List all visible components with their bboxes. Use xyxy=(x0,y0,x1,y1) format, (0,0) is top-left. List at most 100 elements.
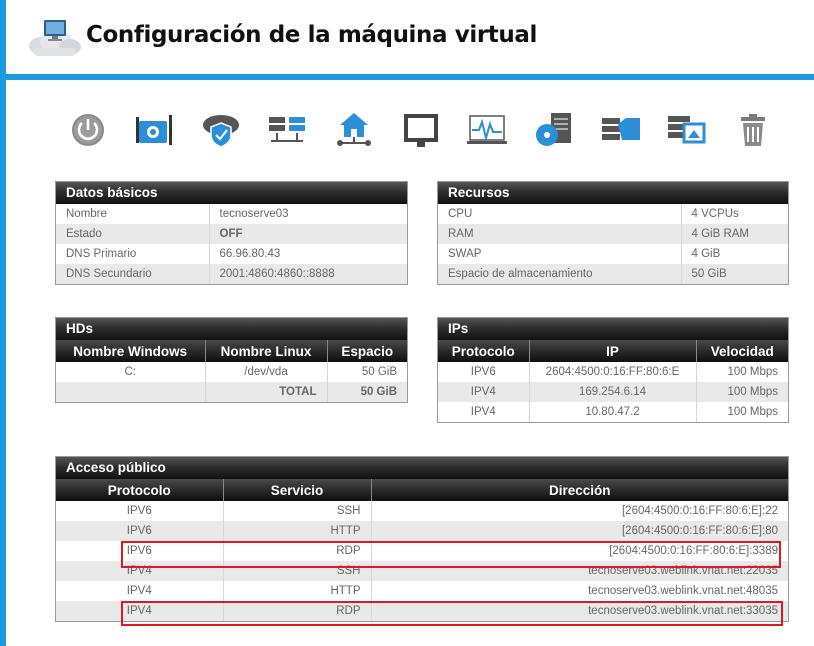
table-row: RAM 4 GiB RAM xyxy=(438,224,788,244)
table-cell: 50 GiB xyxy=(327,362,407,382)
table-row: Estado OFF xyxy=(56,224,407,244)
basic-value: tecnoserve03 xyxy=(209,204,407,224)
table-cell: 169.254.6.14 xyxy=(529,382,697,402)
resource-value: 50 GiB xyxy=(681,264,788,284)
table-cell: SSH xyxy=(223,501,372,521)
table-row: IPV4 169.254.6.14 100 Mbps xyxy=(438,382,788,402)
column-header: Velocidad xyxy=(696,340,788,362)
basic-value: OFF xyxy=(209,224,407,244)
table-cell: tecnoserve03.weblink.vnat.net:48035 xyxy=(371,581,788,601)
datos-basicos-panel: Datos básicos Nombre tecnoserve03 Estado OF… xyxy=(55,181,408,285)
table-row: IPV4 SSH tecnoserve03.weblink.vnat.net:220… xyxy=(56,561,788,581)
column-header: IP xyxy=(529,340,697,362)
resource-label: Espacio de almacenamiento xyxy=(438,264,682,284)
acceso-publico-table: Protocolo Servicio Dirección IPV6 SSH [2604:… xyxy=(56,479,788,621)
resource-value: 4 VCPUs xyxy=(681,204,788,224)
table-cell: HTTP xyxy=(223,581,372,601)
resource-label: CPU xyxy=(438,204,682,224)
table-cell: [2604:4500:0:16:FF:80:6:E]:22 xyxy=(371,501,788,521)
panel-title: Acceso público xyxy=(56,457,788,479)
table-cell xyxy=(56,382,206,402)
maintenance-icon xyxy=(135,113,175,150)
home-network-icon-button[interactable] xyxy=(331,108,377,154)
table-cell: 10.80.47.2 xyxy=(529,402,697,422)
total-value: 50 GiB xyxy=(327,382,407,402)
table-row: IPV6 RDP [2604:4500:0:16:FF:80:6:E]:3389 xyxy=(56,541,788,561)
table-cell: 100 Mbps xyxy=(696,362,788,382)
table-cell: 100 Mbps xyxy=(696,382,788,402)
column-header: Espacio xyxy=(327,340,407,362)
column-header: Protocolo xyxy=(56,479,224,501)
table-cell: IPV6 xyxy=(56,501,224,521)
table-cell: SSH xyxy=(223,561,372,581)
table-row: IPV4 HTTP tecnoserve03.weblink.vnat.net:48… xyxy=(56,581,788,601)
table-row: IPV6 2604:4500:0:16:FF:80:6:E 100 Mbps xyxy=(438,362,788,382)
table-cell: [2604:4500:0:16:FF:80:6:E]:80 xyxy=(371,521,788,541)
panel-title: Datos básicos xyxy=(56,182,407,204)
resource-label: SWAP xyxy=(438,244,682,264)
table-cell: IPV4 xyxy=(438,382,530,402)
table-row: C:/dev/vda 50 GiB xyxy=(56,362,407,382)
table-cell: C: xyxy=(56,362,206,382)
monitoring-icon xyxy=(467,112,509,151)
total-label: TOTAL xyxy=(205,382,328,402)
maintenance-icon-button[interactable] xyxy=(132,108,178,154)
power-icon xyxy=(70,112,106,151)
table-cell: [2604:4500:0:16:FF:80:6:E]:3389 xyxy=(371,541,788,561)
cloud-security-icon xyxy=(200,111,242,152)
trash-icon xyxy=(735,112,771,151)
server-snapshot-icon-button[interactable] xyxy=(664,108,710,154)
backup-disk-icon xyxy=(533,111,575,152)
table-cell: IPV4 xyxy=(56,561,224,581)
table-cell: /dev/vda xyxy=(205,362,328,382)
total-row: TOTAL 50 GiB xyxy=(56,382,407,402)
home-network-icon xyxy=(334,111,374,152)
table-cell: tecnoserve03.weblink.vnat.net:22035 xyxy=(371,561,788,581)
table-row: IPV4 RDP tecnoserve03.weblink.vnat.net:330… xyxy=(56,601,788,621)
table-cell: IPV4 xyxy=(438,402,530,422)
basic-label: DNS Secundario xyxy=(56,264,210,284)
header-divider xyxy=(0,74,814,80)
servers-icon xyxy=(267,113,309,150)
resource-value: 4 GiB xyxy=(681,244,788,264)
basic-label: DNS Primario xyxy=(56,244,210,264)
column-header: Nombre Windows xyxy=(56,340,206,362)
hds-panel: HDs Nombre Windows Nombre Linux Espacio C:… xyxy=(55,317,408,403)
resource-label: RAM xyxy=(438,224,682,244)
table-cell: IPV4 xyxy=(56,601,224,621)
table-row: SWAP 4 GiB xyxy=(438,244,788,264)
column-header: Servicio xyxy=(223,479,372,501)
table-cell: tecnoserve03.weblink.vnat.net:33035 xyxy=(371,601,788,621)
resource-value: 4 GiB RAM xyxy=(681,224,788,244)
table-row: Nombre tecnoserve03 xyxy=(56,204,407,224)
monitoring-icon-button[interactable] xyxy=(465,108,511,154)
table-row: Espacio de almacenamiento 50 GiB xyxy=(438,264,788,284)
servers-icon-button[interactable] xyxy=(265,108,311,154)
table-cell: RDP xyxy=(223,541,372,561)
table-cell: IPV4 xyxy=(56,581,224,601)
table-cell: RDP xyxy=(223,601,372,621)
table-row: DNS Primario 66.96.80.43 xyxy=(56,244,407,264)
file-transfer-icon-button[interactable] xyxy=(598,108,644,154)
table-cell: IPV6 xyxy=(56,541,224,561)
page-title: Configuración de la máquina virtual xyxy=(86,22,537,48)
panel-title: HDs xyxy=(56,318,407,340)
page-header: Configuración de la máquina virtual xyxy=(6,0,814,74)
column-header: Nombre Linux xyxy=(205,340,328,362)
cloud-security-icon-button[interactable] xyxy=(198,108,244,154)
power-icon-button[interactable] xyxy=(65,108,111,154)
acceso-publico-panel: Acceso público Protocolo Servicio Direcció… xyxy=(55,456,789,622)
file-transfer-icon xyxy=(600,112,642,151)
table-row: IPV6 SSH [2604:4500:0:16:FF:80:6:E]:22 xyxy=(56,501,788,521)
trash-icon-button[interactable] xyxy=(730,108,776,154)
backup-disk-icon-button[interactable] xyxy=(531,108,577,154)
table-row: IPV4 10.80.47.2 100 Mbps xyxy=(438,402,788,422)
recursos-table: CPU 4 VCPUs RAM 4 GiB RAM SWAP 4 GiB Espacio d… xyxy=(438,204,788,284)
column-header: Dirección xyxy=(371,479,788,501)
panel-title: Recursos xyxy=(438,182,788,204)
table-cell: 100 Mbps xyxy=(696,402,788,422)
table-row: DNS Secundario 2001:4860:4860::8888 xyxy=(56,264,407,284)
console-monitor-icon-button[interactable] xyxy=(398,108,444,154)
toolbar xyxy=(60,108,800,154)
basic-value: 66.96.80.43 xyxy=(209,244,407,264)
